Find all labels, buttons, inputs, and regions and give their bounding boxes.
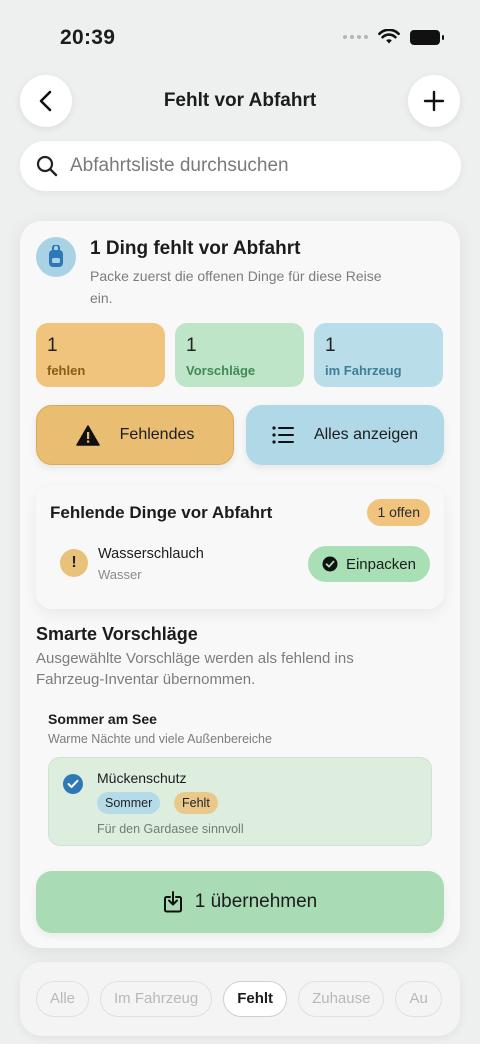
suggestion-group-subtitle: Warme Nächte und viele Außenbereiche (48, 732, 272, 746)
apply-label: 1 übernehmen (194, 891, 318, 912)
status-tag: Fehlt (174, 792, 218, 814)
battery-icon (410, 29, 444, 45)
smart-suggestions-title: Smarte Vorschläge (36, 624, 198, 644)
nav-bar: Fehlt vor Abfahrt (20, 75, 460, 127)
stat-value: 1 (325, 335, 336, 356)
status-icons (343, 29, 444, 45)
open-count-badge: 1 offen (367, 499, 430, 526)
suggestion-name: Mückenschutz (97, 770, 187, 786)
apply-suggestions-button[interactable]: 1 übernehmen (36, 871, 444, 933)
plus-icon (423, 90, 445, 112)
signal-icon (343, 35, 368, 39)
filter-chip-alle[interactable]: Alle (36, 981, 90, 1017)
filter-chip-zuhause[interactable]: Zuhause (298, 981, 385, 1017)
stat-label: fehlen (47, 363, 86, 378)
filter-chip-fehlt[interactable]: Fehlt (223, 981, 288, 1017)
stat-suggestions[interactable]: 1 Vorschläge (175, 323, 304, 387)
suggestion-item[interactable]: Mückenschutz Sommer Fehlt Für den Gardas… (48, 757, 432, 846)
stat-label: Vorschläge (186, 363, 256, 378)
search-input[interactable] (70, 155, 430, 177)
filter-chip-im-fahrzeug[interactable]: Im Fahrzeug (100, 981, 213, 1017)
show-all-button[interactable]: Alles anzeigen (246, 405, 444, 465)
page-title: Fehlt vor Abfahrt (163, 90, 317, 111)
show-missing-label: Fehlendes (119, 426, 195, 443)
filter-chips: Alle Im Fahrzeug Fehlt Zuhause Au (36, 981, 442, 1017)
pack-button-label: Einpacken (345, 555, 416, 573)
missing-section-title: Fehlende Dinge vor Abfahrt (50, 503, 273, 522)
summary-title: 1 Ding fehlt vor Abfahrt (90, 238, 301, 259)
warning-icon (75, 424, 100, 446)
add-button[interactable] (408, 75, 460, 127)
stat-label: im Fahrzeug (325, 363, 402, 378)
wifi-icon (378, 29, 400, 44)
stat-value: 1 (186, 335, 197, 356)
stat-missing[interactable]: 1 fehlen (36, 323, 165, 387)
filter-chip-truncated[interactable]: Au (395, 981, 442, 1017)
status-time: 20:39 (60, 26, 116, 49)
missing-items-card: Fehlende Dinge vor Abfahrt 1 offen ! Was… (36, 485, 444, 609)
summary-subtitle: Packe zuerst die offenen Dinge für diese… (90, 268, 382, 306)
search-bar[interactable] (20, 141, 461, 191)
search-icon (36, 155, 58, 177)
missing-item-category: Wasser (98, 567, 142, 582)
check-circle-icon (322, 556, 338, 572)
exclamation-icon: ! (60, 549, 88, 577)
stat-value: 1 (47, 335, 58, 356)
backpack-icon (36, 237, 76, 277)
list-icon (272, 426, 294, 444)
season-tag: Sommer (97, 792, 161, 814)
suggestion-note: Für den Gardasee sinnvoll (97, 822, 244, 836)
checkmark-icon[interactable] (63, 774, 83, 794)
smart-suggestions-subtitle: Ausgewählte Vorschläge werden als fehlen… (36, 650, 354, 688)
suggestion-group-title: Sommer am See (48, 711, 157, 727)
show-all-label: Alles anzeigen (313, 426, 419, 443)
status-bar: 20:39 (0, 0, 480, 70)
filter-bar: Alle Im Fahrzeug Fehlt Zuhause Au (20, 962, 460, 1036)
departure-card: 1 Ding fehlt vor Abfahrt Packe zuerst di… (20, 221, 460, 948)
show-missing-button[interactable]: Fehlendes (36, 405, 234, 465)
download-tray-icon (163, 891, 182, 913)
pack-button[interactable]: Einpacken (307, 546, 430, 582)
missing-item-name: Wasserschlauch (98, 546, 204, 562)
stat-in-vehicle[interactable]: 1 im Fahrzeug (314, 323, 443, 387)
